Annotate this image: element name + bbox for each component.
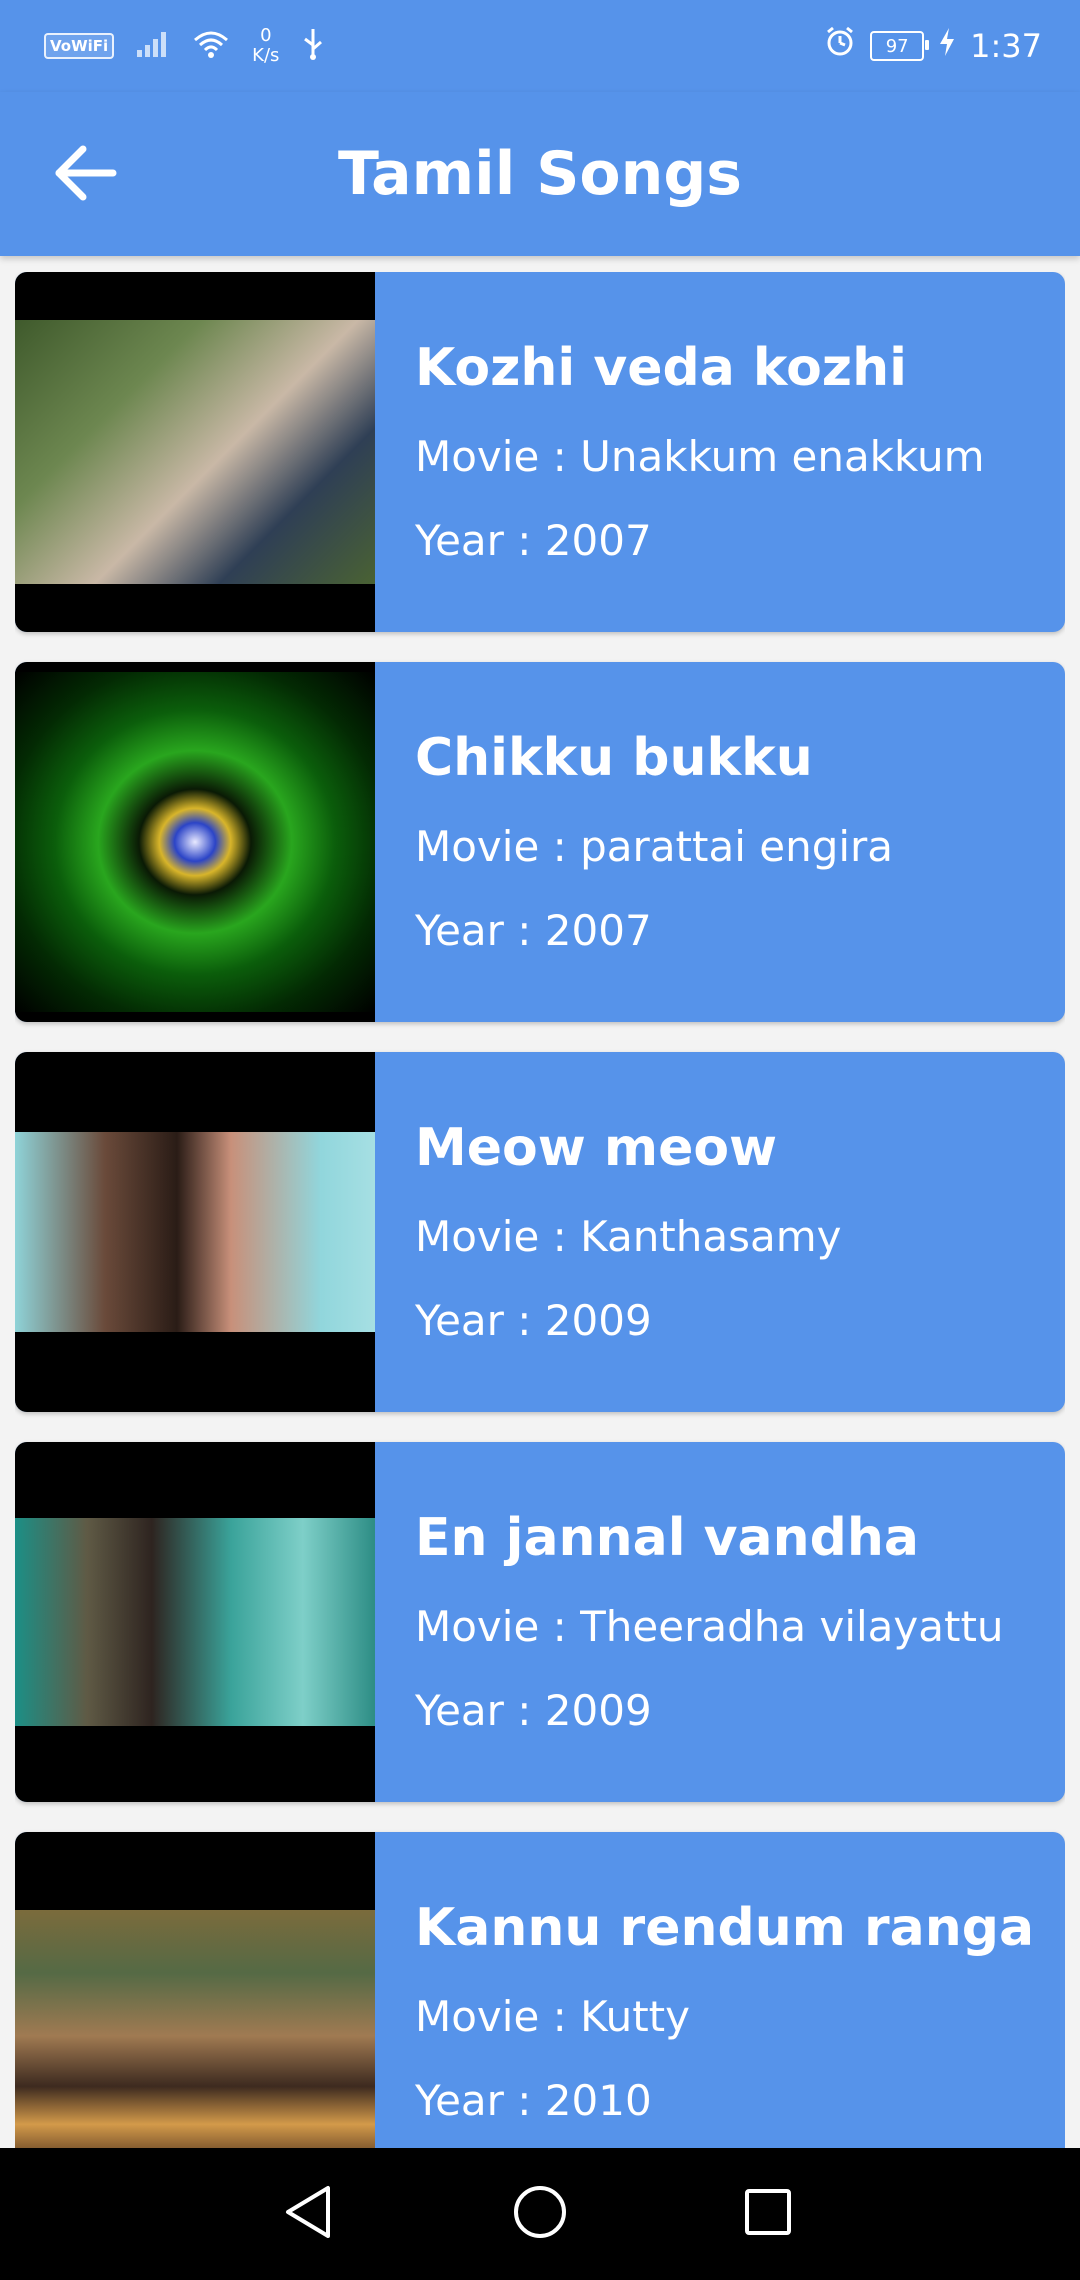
song-year: Year : 2009	[415, 1686, 652, 1735]
song-year: Year : 2009	[415, 1296, 652, 1345]
network-speed-unit: K/s	[252, 45, 280, 66]
song-card[interactable]: Meow meow Movie : Kanthasamy Year : 2009	[15, 1052, 1065, 1412]
song-title: Chikku bukku	[415, 728, 813, 788]
song-info: Kannu rendum ranga Movie : Kutty Year : …	[375, 1832, 1065, 2148]
battery-level: 97	[885, 35, 909, 57]
video-thumbnail	[15, 1442, 375, 1802]
usb-icon	[301, 27, 325, 65]
nav-home-icon	[512, 2184, 568, 2244]
status-left-group: VoWiFi 0 K/s	[44, 20, 325, 72]
song-info: Kozhi veda kozhi Movie : Unakkum enakkum…	[375, 272, 1065, 632]
vowifi-badge: VoWiFi	[44, 33, 115, 59]
signal-icon	[136, 30, 170, 62]
song-card[interactable]: Chikku bukku Movie : parattai engira Yea…	[15, 662, 1065, 1022]
clock-time: 1:37	[970, 27, 1042, 65]
song-year: Year : 2010	[415, 2076, 652, 2125]
song-card[interactable]: Kannu rendum ranga Movie : Kutty Year : …	[15, 1832, 1065, 2148]
song-title: Kozhi veda kozhi	[415, 338, 907, 398]
network-speed: 0 K/s	[252, 26, 279, 66]
nav-home-button[interactable]	[500, 2174, 580, 2254]
song-movie: Movie : Kutty	[415, 1992, 691, 2041]
song-card[interactable]: Kozhi veda kozhi Movie : Unakkum enakkum…	[15, 272, 1065, 632]
charging-icon	[938, 27, 956, 65]
song-card[interactable]: En jannal vandha Movie : Theeradha vilay…	[15, 1442, 1065, 1802]
song-info: Chikku bukku Movie : parattai engira Yea…	[375, 662, 1065, 1022]
song-movie: Movie : Unakkum enakkum	[415, 432, 985, 481]
network-speed-value: 0	[260, 25, 272, 46]
status-right-group: 97 1:37	[824, 20, 1042, 72]
song-year: Year : 2007	[415, 906, 652, 955]
song-movie: Movie : Theeradha vilayattu	[415, 1602, 1004, 1651]
song-year: Year : 2007	[415, 516, 652, 565]
battery-indicator: 97	[870, 31, 930, 61]
navigation-bar	[0, 2148, 1080, 2280]
video-thumbnail	[15, 272, 375, 632]
song-title: En jannal vandha	[415, 1508, 919, 1568]
song-title: Meow meow	[415, 1118, 778, 1178]
page-title: Tamil Songs	[337, 139, 743, 209]
song-movie: Movie : Kanthasamy	[415, 1212, 842, 1261]
song-info: Meow meow Movie : Kanthasamy Year : 2009	[375, 1052, 1065, 1412]
song-movie: Movie : parattai engira	[415, 822, 894, 871]
nav-recents-button[interactable]	[728, 2174, 808, 2254]
nav-back-button[interactable]	[268, 2174, 348, 2254]
video-thumbnail	[15, 662, 375, 1022]
song-list[interactable]: Kozhi veda kozhi Movie : Unakkum enakkum…	[15, 272, 1065, 2148]
video-thumbnail	[15, 1052, 375, 1412]
song-title: Kannu rendum ranga	[415, 1898, 1035, 1958]
nav-recents-icon	[743, 2187, 793, 2241]
status-bar: VoWiFi 0 K/s 97 1:37	[0, 0, 1080, 92]
wifi-icon	[192, 29, 230, 63]
song-info: En jannal vandha Movie : Theeradha vilay…	[375, 1442, 1065, 1802]
alarm-icon	[824, 26, 856, 66]
app-bar: Tamil Songs	[0, 92, 1080, 256]
video-thumbnail	[15, 1832, 375, 2148]
nav-back-icon	[282, 2184, 334, 2244]
